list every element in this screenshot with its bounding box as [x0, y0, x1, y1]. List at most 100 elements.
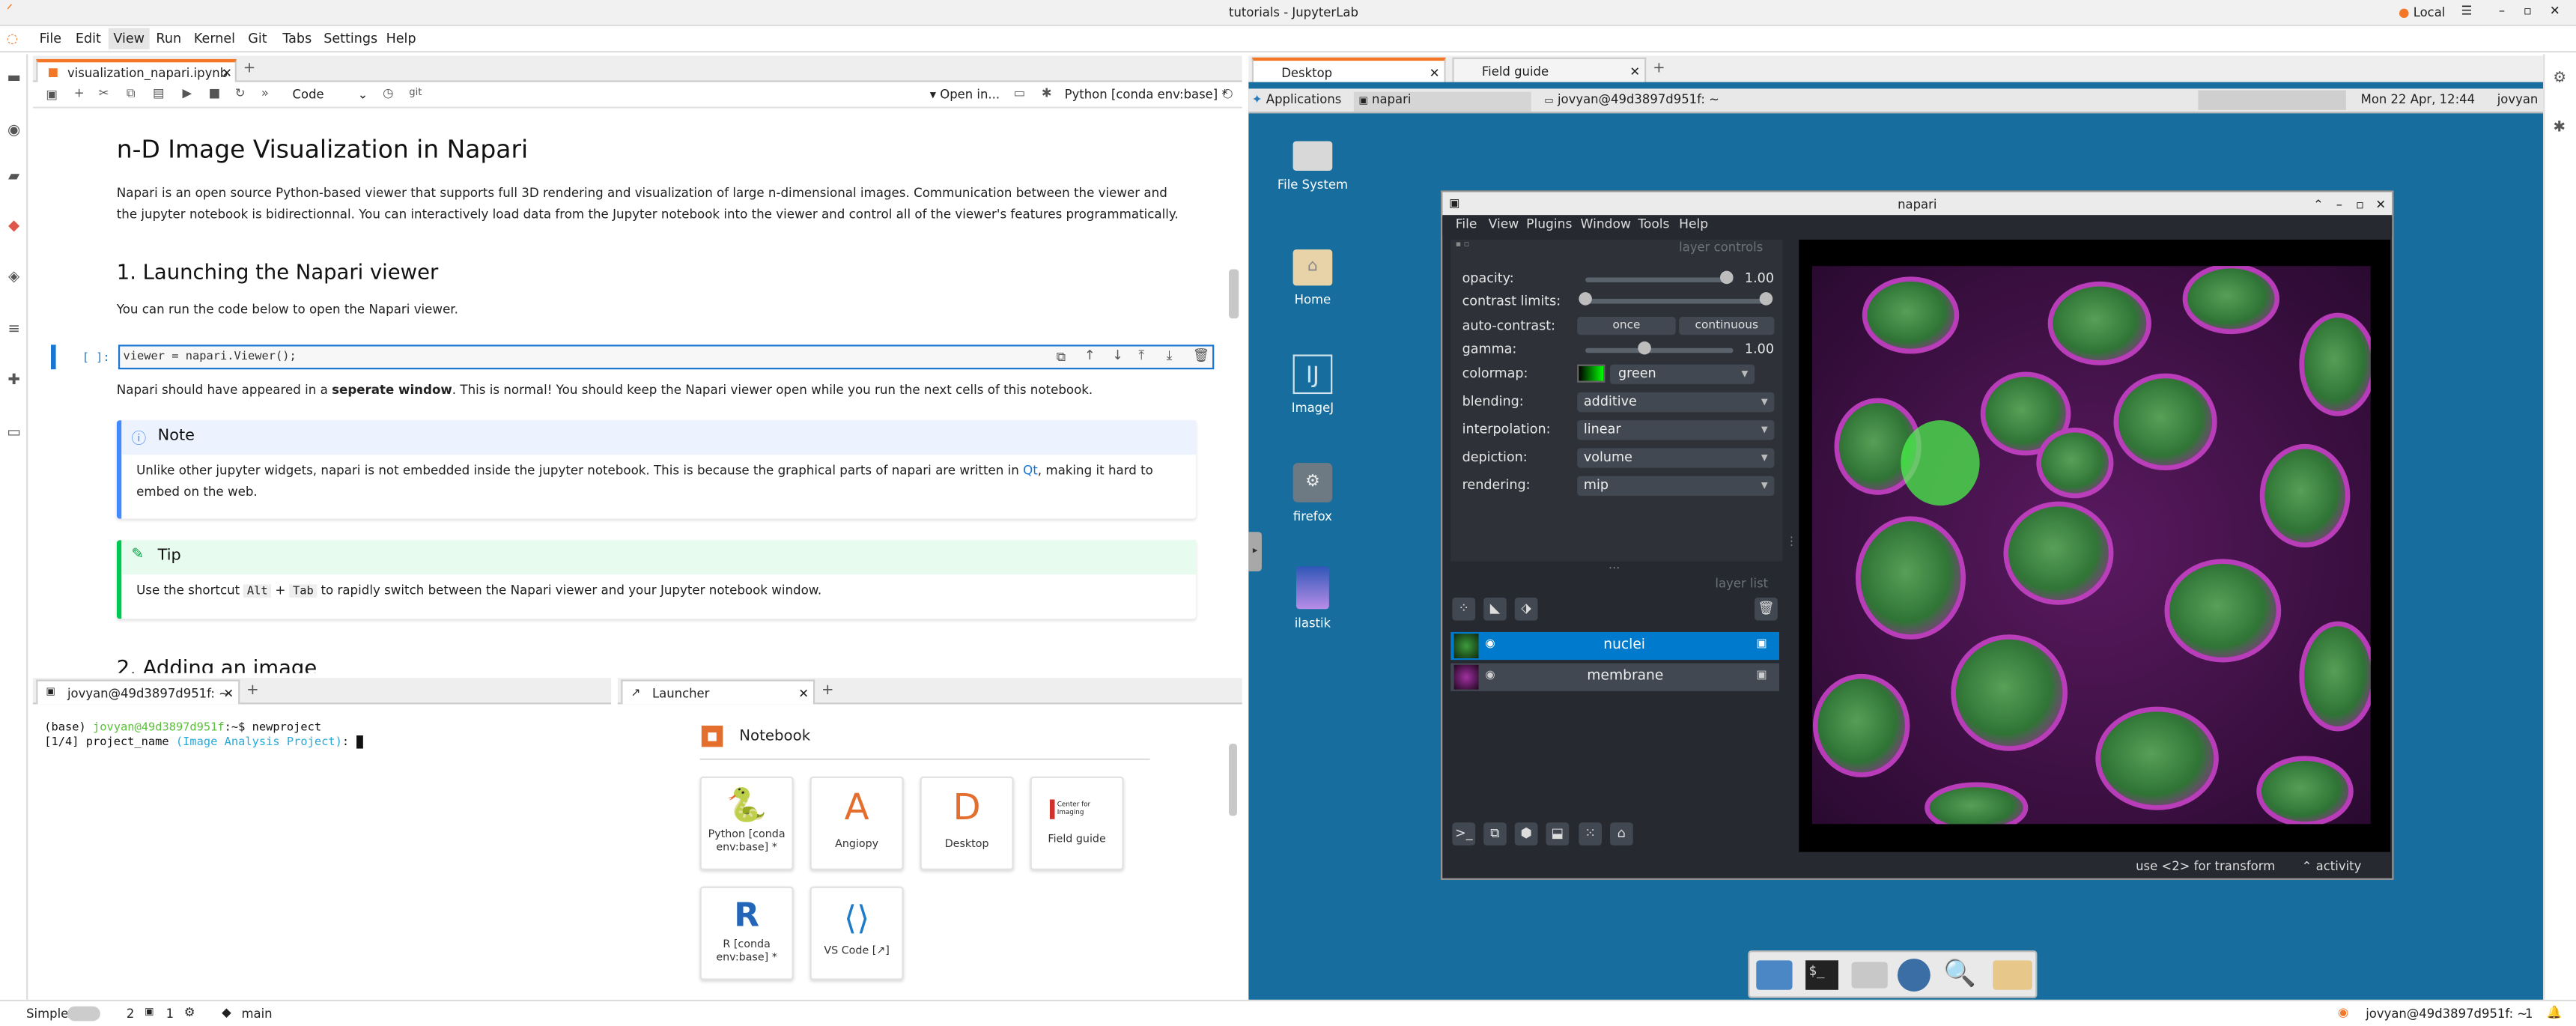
menu-kernel[interactable]: Kernel [194, 31, 235, 46]
terminal-panel[interactable]: (base) jovyan@49d3897d951f:~$ newproject… [32, 707, 612, 997]
tab-launcher[interactable]: ↗ Launcher ✕ [621, 679, 815, 705]
new-shapes-layer-button[interactable]: ◣ [1483, 597, 1507, 621]
gamma-slider[interactable] [1585, 347, 1734, 353]
panel-clock[interactable]: Mon 22 Apr, 12:44 [2361, 92, 2475, 107]
toc-icon[interactable]: ≡ [5, 322, 23, 340]
napari-collapse-icon[interactable]: ⌃ [2313, 192, 2324, 216]
desktop-side-handle[interactable]: ▸ [1248, 532, 1262, 571]
status-notification-icon[interactable]: ◉ [2338, 1005, 2348, 1020]
launcher-card-python[interactable]: 🐍 Python [conda env:base] * [699, 776, 794, 870]
opacity-handle[interactable] [1719, 270, 1733, 285]
blending-select[interactable]: additive [1577, 392, 1775, 413]
running-icon[interactable]: ◉ [5, 123, 23, 141]
add-launcher-tab-icon[interactable]: + [821, 683, 834, 699]
menu-edit[interactable]: Edit [76, 31, 101, 46]
puzzle-icon[interactable]: ✚ [5, 373, 23, 391]
home-button[interactable]: ⌂ [1610, 822, 1633, 846]
napari-minimize-icon[interactable]: – [2336, 192, 2342, 216]
taskbar-terminal[interactable]: ▭ jovyan@49d3897d951f: ~ [1544, 92, 1719, 107]
add-tab-icon[interactable]: + [243, 61, 256, 77]
dock-terminal-icon[interactable]: $_ [1805, 960, 1838, 990]
contrast-max-handle[interactable] [1759, 292, 1773, 306]
folder-icon[interactable]: ▬ [5, 70, 23, 88]
new-labels-layer-button[interactable]: ⬗ [1514, 597, 1538, 621]
desktop-icon-home[interactable]: ⌂ Home [1270, 249, 1355, 307]
launcher-card-vscode[interactable]: ⟨⟩ VS Code [↗] [809, 886, 904, 980]
napari-window-menu-icon[interactable]: ▣ [1449, 192, 1460, 216]
menu-view[interactable]: View [108, 28, 150, 49]
cell-type-select[interactable]: Code ⌄ [293, 87, 368, 102]
insert-above-icon[interactable]: ⤒ [1138, 348, 1144, 365]
close-tab-icon[interactable]: ✕ [222, 66, 232, 81]
napari-menu-window[interactable]: Window [1581, 216, 1631, 231]
roll-axes-button[interactable]: ⬢ [1514, 822, 1538, 846]
close-field-guide-tab-icon[interactable]: ✕ [1629, 64, 1640, 79]
launcher-scrollbar[interactable] [1229, 743, 1238, 816]
chat-icon[interactable]: ▭ [5, 425, 23, 443]
git-label[interactable]: git [409, 87, 422, 98]
desktop-icon-ilastik[interactable]: ilastik [1270, 566, 1355, 631]
tab-desktop[interactable]: Desktop ✕ [1251, 57, 1446, 84]
hamburger-icon[interactable]: ☰ [2461, 3, 2472, 18]
move-down-icon[interactable]: ↓ [1112, 348, 1123, 363]
delete-cell-icon[interactable]: 🗑 [1193, 348, 1209, 363]
layer-row-nuclei[interactable]: ◉ nuclei ▣ [1450, 631, 1779, 661]
simple-mode-toggle[interactable] [67, 1006, 100, 1022]
menu-tabs[interactable]: Tabs [282, 31, 312, 46]
cut-icon[interactable]: ✂ [99, 85, 109, 100]
terminal-icon[interactable]: ▰ [5, 169, 23, 187]
dock-search-icon[interactable]: 🔍 [1943, 957, 1976, 989]
notebook-scrollbar[interactable] [1229, 269, 1239, 319]
desktop-icon-imagej[interactable]: IJ ImageJ [1270, 354, 1355, 416]
code-cell[interactable]: viewer = napari.Viewer(); ⧉ ↑ ↓ ⤒ ⤓ 🗑 [118, 344, 1215, 370]
tab-terminal[interactable]: ▣ jovyan@49d3897d951f: ~ ✕ [36, 679, 240, 705]
restore-icon[interactable]: ▫ [2524, 3, 2532, 18]
paste-icon[interactable]: ▤ [153, 85, 165, 100]
open-in-button[interactable]: ▾ Open in... [930, 87, 1000, 102]
close-icon[interactable]: ✕ [2550, 3, 2560, 18]
gamma-handle[interactable] [1638, 341, 1651, 355]
dock-show-desktop-icon[interactable] [1756, 960, 1793, 990]
auto-contrast-once-button[interactable]: once [1577, 317, 1676, 336]
local-indicator[interactable]: ● Local [2399, 5, 2445, 20]
workspace-switcher[interactable] [2198, 90, 2346, 110]
duplicate-cell-icon[interactable]: ⧉ [1057, 350, 1066, 366]
panel-user[interactable]: jovyan [2497, 92, 2539, 107]
qt-link[interactable]: Qt [1023, 463, 1038, 478]
interpolation-select[interactable]: linear [1577, 420, 1775, 440]
dock-folder-icon[interactable] [1993, 960, 2032, 990]
git-icon[interactable]: ◈ [5, 269, 23, 287]
copy-icon[interactable]: ⧉ [127, 85, 136, 102]
close-desktop-tab-icon[interactable]: ✕ [1430, 66, 1440, 81]
notification-icon[interactable]: ▭ [1014, 85, 1026, 100]
console-button[interactable]: >_ [1452, 822, 1476, 846]
minimize-icon[interactable]: – [2499, 3, 2505, 18]
git-branch[interactable]: main [242, 1007, 273, 1022]
kernel-name[interactable]: Python [conda env:base] * [1065, 87, 1228, 102]
napari-maximize-icon[interactable]: ▫ [2356, 192, 2364, 216]
dock-side-handle[interactable]: ⋮ [1786, 535, 1797, 549]
transpose-button[interactable]: ⬓ [1546, 822, 1570, 846]
launcher-card-desktop[interactable]: D Desktop [920, 776, 1014, 870]
insert-below-icon[interactable]: ⤓ [1167, 348, 1173, 365]
save-icon[interactable]: ▣ [46, 87, 58, 102]
add-right-tab-icon[interactable]: + [1653, 61, 1665, 77]
close-launcher-tab-icon[interactable]: ✕ [798, 686, 809, 701]
tab-field-guide[interactable]: Field guide ✕ [1452, 57, 1647, 84]
kernels-count[interactable]: 1 [166, 1007, 174, 1022]
toggle-ndisplay-button[interactable]: ⧉ [1483, 822, 1507, 846]
napari-canvas[interactable] [1799, 240, 2391, 852]
layer-name-membrane[interactable]: membrane [1587, 668, 1663, 684]
desktop-icon-file-system[interactable]: File System [1270, 141, 1355, 192]
grid-button[interactable]: ⁙ [1579, 822, 1603, 846]
menu-help[interactable]: Help [386, 31, 416, 46]
contrast-min-handle[interactable] [1579, 292, 1592, 306]
add-terminal-tab-icon[interactable]: + [246, 683, 259, 699]
depiction-select[interactable]: volume [1577, 448, 1775, 468]
napari-menu-view[interactable]: View [1489, 216, 1519, 231]
layer-name-nuclei[interactable]: nuclei [1603, 637, 1645, 653]
tab-notebook[interactable]: ■ visualization_napari.ipynb ✕ [36, 58, 237, 82]
taskbar-napari[interactable]: ▣ napari [1353, 91, 1531, 112]
contrast-limits-slider[interactable] [1585, 298, 1767, 304]
debug-icon[interactable]: ✱ [1042, 85, 1052, 100]
